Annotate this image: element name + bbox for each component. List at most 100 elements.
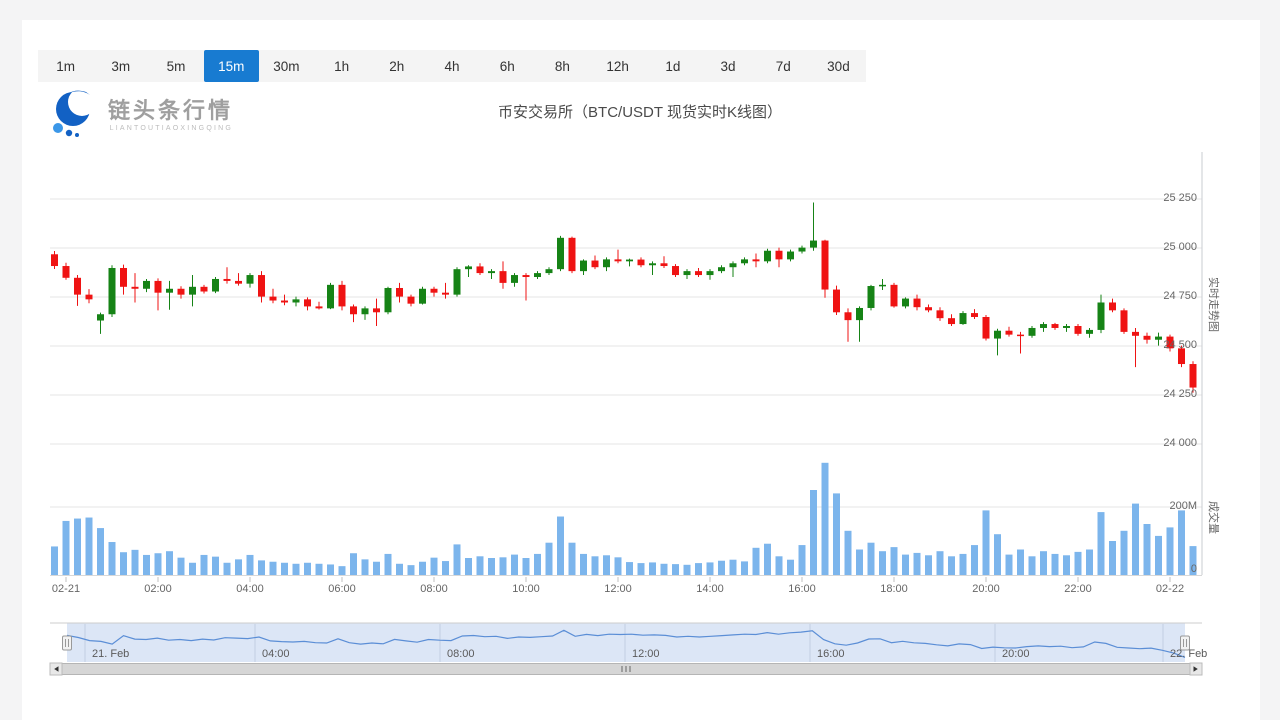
volume-bar (120, 552, 127, 575)
candle-body (937, 310, 944, 318)
navigator-left-handle[interactable] (63, 636, 72, 650)
volume-bar (1109, 541, 1116, 575)
candle-body (178, 289, 185, 295)
volume-bar (408, 565, 415, 575)
volume-bar (465, 558, 472, 575)
candle-body (258, 275, 265, 297)
volume-bar (212, 557, 219, 575)
candle-body (879, 285, 886, 287)
candle-body (477, 266, 484, 273)
candle-body (649, 263, 656, 265)
candle-body (362, 308, 369, 314)
volume-bar (1052, 554, 1059, 575)
volume-bar (741, 561, 748, 575)
candle-body (707, 271, 714, 275)
volume-bar (178, 558, 185, 575)
volume-bar (293, 564, 300, 575)
volume-bar (868, 543, 875, 575)
volume-bar (672, 564, 679, 575)
candle-body (385, 288, 392, 312)
x-axis-label: 22:00 (1064, 583, 1092, 595)
navigator-label: 20:00 (1002, 648, 1030, 660)
volume-bar (247, 555, 254, 575)
volume-bar (1075, 552, 1082, 575)
volume-bar (1121, 531, 1128, 575)
candle-body (971, 313, 978, 317)
candle-body (109, 268, 116, 314)
candle-body (546, 269, 553, 273)
volume-bar (362, 559, 369, 575)
navigator-label: 04:00 (262, 648, 290, 660)
candle-body (1098, 302, 1105, 329)
volume-bar (385, 554, 392, 575)
volume-bar (143, 555, 150, 575)
volume-bar (488, 558, 495, 575)
candle-body (845, 312, 852, 320)
candle-body (569, 238, 576, 271)
x-axis-label: 08:00 (420, 583, 448, 595)
volume-bar (1098, 512, 1105, 575)
candle-body (1029, 328, 1036, 336)
candle-body (281, 301, 288, 303)
candle-body (500, 271, 507, 283)
candle-body (1132, 332, 1139, 336)
volume-bar (1006, 555, 1013, 575)
candle-body (994, 331, 1001, 339)
volume-bar (1086, 550, 1093, 576)
volume-bar (339, 566, 346, 575)
candle-body (718, 267, 725, 271)
candle-body (247, 275, 254, 284)
volume-bar (316, 564, 323, 575)
candle-body (672, 266, 679, 275)
volume-bar (638, 563, 645, 575)
volume-bar (603, 555, 610, 575)
candle-body (822, 241, 829, 290)
candle-body (925, 307, 932, 310)
candle-body (983, 317, 990, 339)
candle-body (132, 287, 139, 289)
volume-bar (707, 562, 714, 575)
kline-chart[interactable]: 25 25025 00024 75024 50024 25024 000200M… (0, 0, 1280, 720)
price-tick-label: 25 250 (1137, 192, 1197, 204)
navigator-label: 16:00 (817, 648, 845, 660)
volume-bar (948, 556, 955, 575)
candle-body (224, 279, 231, 281)
volume-bar (166, 551, 173, 575)
candle-body (856, 308, 863, 320)
price-tick-label: 24 750 (1137, 290, 1197, 302)
candle-body (1086, 330, 1093, 334)
candle-body (902, 299, 909, 307)
candle-body (511, 275, 518, 283)
volume-bar (753, 548, 760, 575)
candle-body (833, 290, 840, 313)
volume-bar (396, 564, 403, 575)
candle-body (1017, 335, 1024, 337)
candle-body (431, 289, 438, 293)
candle-body (960, 313, 967, 324)
candle-body (63, 266, 70, 278)
candle-body (316, 306, 323, 308)
x-axis-label: 10:00 (512, 583, 540, 595)
volume-bar (523, 558, 530, 575)
candle-body (1052, 324, 1059, 328)
volume-axis-title: 成交量 (1206, 501, 1222, 534)
volume-bar (327, 564, 334, 575)
volume-bar (971, 545, 978, 575)
candle-body (810, 241, 817, 248)
volume-bar (615, 557, 622, 575)
candle-body (339, 285, 346, 307)
price-tick-label: 24 500 (1137, 339, 1197, 351)
volume-bar (224, 563, 231, 575)
volume-bar (569, 543, 576, 575)
volume-bar (74, 519, 81, 575)
candle-body (523, 275, 530, 277)
volume-bar (350, 553, 357, 575)
volume-bar (373, 562, 380, 575)
candle-body (189, 287, 196, 295)
volume-bar (776, 556, 783, 575)
x-axis-label: 02-22 (1156, 583, 1184, 595)
volume-bar (546, 543, 553, 575)
x-axis-label: 18:00 (880, 583, 908, 595)
volume-tick-label: 200M (1137, 500, 1197, 512)
volume-bar (592, 556, 599, 575)
